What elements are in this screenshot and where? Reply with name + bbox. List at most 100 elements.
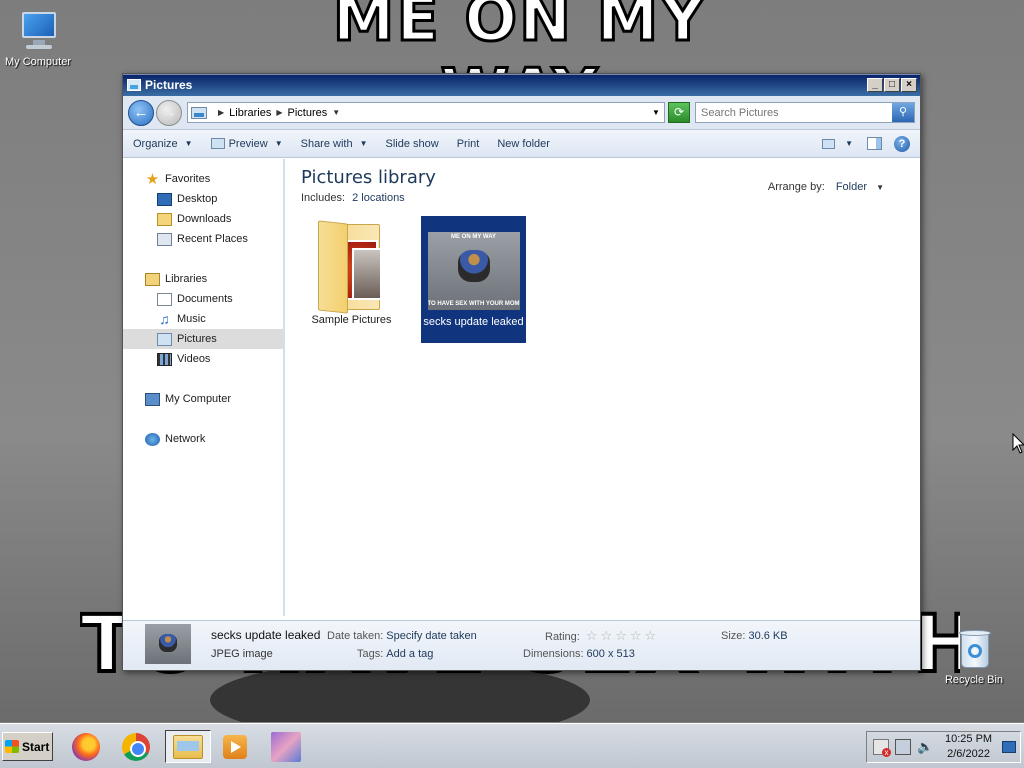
view-options-chevron-icon[interactable]: ▼ [845, 139, 853, 148]
folder-icon [173, 734, 203, 759]
close-button[interactable]: × [901, 78, 917, 92]
network-icon[interactable] [895, 739, 911, 755]
library-includes: Includes: 2 locations [301, 192, 904, 204]
rating-label: Rating: [545, 631, 580, 643]
desktop-icon-recycle-bin[interactable]: Recycle Bin [936, 626, 1012, 686]
thumbnail-top-caption: ME ON MY WAY [450, 234, 496, 240]
recycle-bin-icon [952, 626, 996, 670]
back-button[interactable]: ← [128, 99, 154, 126]
recent-places-icon [157, 232, 172, 246]
breadcrumb-separator-icon[interactable]: ▶ [276, 108, 282, 117]
start-label: Start [22, 739, 50, 754]
maximize-button[interactable]: □ [884, 78, 900, 92]
slide-show-button[interactable]: Slide show [386, 138, 439, 150]
start-button[interactable]: Start [2, 732, 53, 761]
share-with-button[interactable]: Share with ▼ [301, 138, 368, 150]
media-player-icon [223, 734, 247, 759]
breadcrumb-separator-icon[interactable]: ▶ [218, 108, 224, 117]
size-value: 30.6 KB [748, 630, 788, 642]
size-label: Size: [721, 630, 746, 642]
system-tray: 🔈 10:25 PM 2/6/2022 [866, 731, 1021, 763]
firefox-icon [72, 732, 100, 761]
nav-item-music[interactable]: ♫ Music [123, 309, 283, 329]
breadcrumb-separator-icon[interactable]: ▼ [332, 108, 340, 117]
chrome-icon [122, 732, 150, 761]
taskbar-media-player[interactable] [218, 730, 252, 763]
nav-item-desktop[interactable]: Desktop [123, 189, 283, 209]
taskbar-firefox[interactable] [69, 730, 103, 763]
nav-item-network[interactable]: Network [123, 429, 283, 449]
action-center-flag-icon[interactable] [873, 739, 891, 757]
file-item-sample-pictures[interactable]: Sample Pictures [299, 216, 404, 343]
desktop-icon-my-computer[interactable]: My Computer [0, 8, 76, 68]
chevron-down-icon[interactable]: ▼ [876, 183, 884, 192]
taskbar-explorer[interactable] [165, 730, 211, 763]
clock[interactable]: 10:25 PM 2/6/2022 [945, 732, 992, 762]
nav-item-pictures[interactable]: Pictures [123, 329, 283, 349]
window-titlebar[interactable]: Pictures _ □ × [123, 74, 920, 96]
details-pane: secks update leaked JPEG image Date take… [123, 620, 920, 670]
search-input[interactable] [696, 106, 892, 119]
nav-item-recent-places[interactable]: Recent Places [123, 229, 283, 249]
search-icon[interactable]: ⚲ [892, 103, 914, 122]
windows-logo-icon [5, 740, 19, 753]
nav-item-label: Recent Places [177, 233, 248, 245]
nav-item-downloads[interactable]: Downloads [123, 209, 283, 229]
taskbar-chrome[interactable] [119, 730, 153, 763]
desktop-icon [157, 192, 172, 206]
minimize-button[interactable]: _ [867, 78, 883, 92]
share-with-label: Share with [300, 137, 353, 150]
forward-button[interactable]: → [156, 99, 182, 126]
details-tags: Tags: Add a tag [357, 648, 433, 660]
preview-pane-icon[interactable] [867, 137, 882, 150]
explorer-window: Pictures _ □ × ← → ▶ Libraries ▶ Picture… [122, 73, 921, 671]
address-dropdown-icon[interactable]: ▼ [648, 108, 664, 117]
pictures-icon [157, 332, 172, 346]
breadcrumb-libraries[interactable]: Libraries [229, 107, 271, 119]
organize-button[interactable]: Organize ▼ [133, 138, 193, 150]
preview-button[interactable]: Preview ▼ [210, 138, 283, 150]
details-dimensions: Dimensions: 600 x 513 [523, 648, 635, 660]
documents-icon [157, 292, 172, 306]
chevron-down-icon: ▼ [184, 139, 193, 148]
tags-value[interactable]: Add a tag [386, 648, 433, 660]
nav-item-videos[interactable]: Videos [123, 349, 283, 369]
address-field[interactable]: ▶ Libraries ▶ Pictures ▼ ▼ [187, 102, 665, 123]
taskbar: Start 🔈 10:25 PM 2/6/2022 [0, 723, 1024, 768]
help-icon[interactable]: ? [894, 135, 910, 152]
clock-time: 10:25 PM [945, 733, 993, 745]
computer-icon [16, 8, 60, 52]
print-button[interactable]: Print [457, 138, 480, 150]
dimensions-value: 600 x 513 [586, 648, 635, 660]
nav-item-label: Network [165, 433, 206, 445]
nav-item-label: My Computer [165, 393, 232, 405]
nav-item-my-computer[interactable]: My Computer [123, 389, 283, 409]
file-item-secks-update-leaked[interactable]: ME ON MY WAY TO HAVE SEX WITH YOUR MOM s… [421, 216, 526, 343]
nav-item-label: Desktop [177, 193, 218, 205]
change-view-icon[interactable] [822, 138, 836, 149]
volume-icon[interactable]: 🔈 [917, 739, 933, 755]
refresh-button[interactable]: ⟳ [668, 102, 690, 123]
new-folder-button[interactable]: New folder [497, 138, 550, 150]
rating-stars[interactable]: ☆☆☆☆☆ [586, 628, 659, 644]
details-rating: Rating: ☆☆☆☆☆ [545, 628, 659, 644]
nav-item-label: Downloads [177, 213, 232, 225]
nav-item-documents[interactable]: Documents [123, 289, 283, 309]
nav-item-favorites[interactable]: ★ Favorites [123, 169, 283, 189]
show-desktop-icon[interactable] [1002, 741, 1017, 753]
date-taken-value[interactable]: Specify date taken [386, 630, 477, 642]
pictures-icon [127, 79, 141, 91]
downloads-icon [157, 212, 172, 226]
preview-icon [210, 138, 225, 149]
breadcrumb-pictures[interactable]: Pictures [288, 107, 328, 119]
search-box: ⚲ [695, 102, 915, 123]
file-item-label: secks update leaked [423, 316, 524, 328]
includes-locations-link[interactable]: 2 locations [352, 192, 405, 204]
clock-date: 2/6/2022 [947, 748, 990, 760]
arrange-by-dropdown[interactable]: Folder [836, 181, 867, 193]
details-date-taken: Date taken: Specify date taken [327, 630, 477, 642]
music-note-icon: ♫ [159, 310, 170, 327]
taskbar-photo-app[interactable] [269, 730, 303, 763]
nav-item-libraries[interactable]: Libraries [123, 269, 283, 289]
details-size: Size: 30.6 KB [721, 630, 788, 642]
